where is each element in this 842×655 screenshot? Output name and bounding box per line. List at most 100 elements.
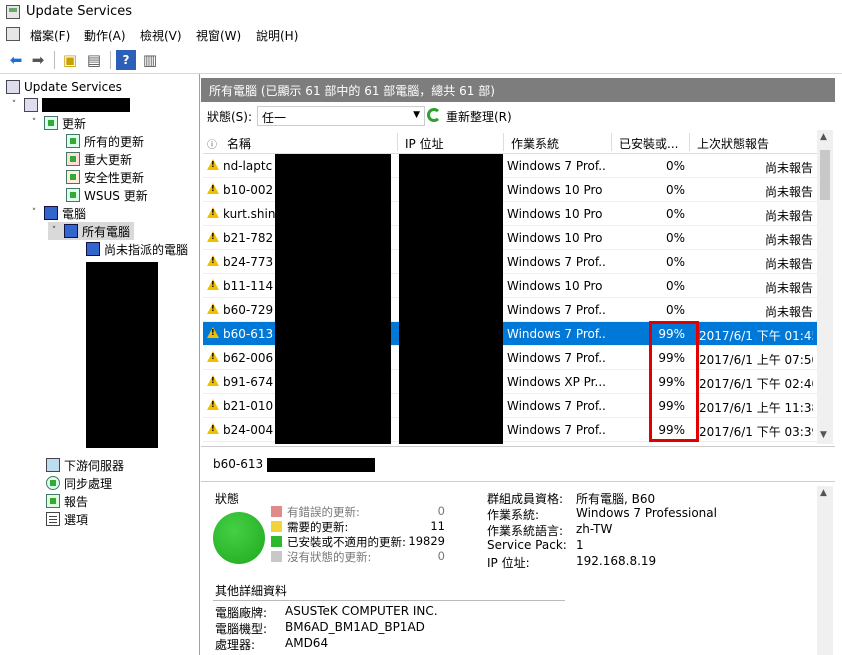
computer-info: 群組成員資格: 所有電腦, B60 作業系統: Windows 7 Professio… <box>487 490 817 580</box>
downstream-icon <box>46 458 60 472</box>
detail-value: ASUSTeK COMPUTER INC. <box>285 604 438 618</box>
scroll-thumb[interactable] <box>820 150 830 200</box>
updates-icon <box>66 188 80 202</box>
tree-sync[interactable]: 同步處理 <box>46 474 112 492</box>
tree-options[interactable]: 選項 <box>46 510 88 528</box>
cell-os: Windows 10 Pro <box>507 183 603 197</box>
up-folder-icon[interactable]: ▣ <box>60 50 80 70</box>
chevron-down-icon[interactable]: ˅ <box>28 118 40 128</box>
cell-os: Windows 7 Prof... <box>507 399 607 413</box>
col-ip[interactable]: IP 位址 <box>405 135 444 152</box>
info-value: 192.168.8.19 <box>576 554 657 568</box>
redacted-groups <box>86 262 158 448</box>
menu-file[interactable]: 檔案(F) <box>30 27 70 44</box>
info-key: Service Pack: <box>487 538 567 552</box>
warning-icon <box>207 159 219 170</box>
tree-sync-label: 同步處理 <box>64 476 113 491</box>
tree-reports[interactable]: 報告 <box>46 492 88 510</box>
legend-value: 11 <box>430 519 445 533</box>
cell-os: Windows 7 Prof... <box>507 327 607 341</box>
cell-last-report: 尚未報告 <box>764 257 813 271</box>
scroll-up-icon[interactable]: ▲ <box>820 132 827 142</box>
info-key: IP 位址: <box>487 556 530 570</box>
cell-last-report: 尚未報告 <box>764 305 813 319</box>
tree-server-node[interactable]: ˅ <box>8 96 130 114</box>
info-value: zh-TW <box>576 522 613 536</box>
detail-key: 電腦機型: <box>215 622 268 636</box>
warning-icon <box>207 351 219 362</box>
cell-last-report: 2017/6/1 上午 11:38 <box>699 401 813 415</box>
menu-window[interactable]: 視窗(W) <box>196 27 241 44</box>
tree-updates[interactable]: ˅ 更新 <box>28 114 86 132</box>
cell-last-report: 2017/6/1 下午 03:39 <box>699 425 813 439</box>
status-legend: 有錯誤的更新: 0 需要的更新: 11 已安裝或不適用的更新: 19829 沒有狀態的更新:… <box>271 504 461 574</box>
updates-icon <box>44 116 58 130</box>
refresh-icon[interactable] <box>427 108 441 122</box>
back-icon[interactable]: ⬅ <box>6 50 26 70</box>
legend-label: 已安裝或不適用的更新: <box>287 535 406 549</box>
chevron-down-icon[interactable]: ˅ <box>8 100 20 110</box>
cell-os: Windows XP Pr... <box>507 375 606 389</box>
tree-unassigned[interactable]: 尚未指派的電腦 <box>86 240 188 258</box>
menu-view[interactable]: 檢視(V) <box>140 27 182 44</box>
tree-wsus-updates[interactable]: WSUS 更新 <box>66 186 148 204</box>
cell-last-report: 尚未報告 <box>764 185 813 199</box>
tree-computers[interactable]: ˅ 電腦 <box>28 204 86 222</box>
detail-value: AMD64 <box>285 636 329 650</box>
scroll-up-icon[interactable]: ▲ <box>820 488 827 498</box>
col-installed[interactable]: 已安裝或... <box>619 135 678 152</box>
menu-bar: 檔案(F) 動作(A) 檢視(V) 視窗(W) 說明(H) <box>0 24 842 46</box>
cell-installed-pct: 0% <box>665 159 685 173</box>
details-pane: 狀態 有錯誤的更新: 0 需要的更新: 11 已安裝或不適用的更新: 19829 沒有狀態的… <box>201 482 835 655</box>
redacted-server-name <box>42 98 130 112</box>
help-icon[interactable]: ? <box>116 50 136 70</box>
chevron-down-icon[interactable]: ˅ <box>48 226 60 236</box>
tree-options-label: 選項 <box>64 512 89 527</box>
computers-icon <box>44 206 58 220</box>
grid-scrollbar[interactable]: ▲ ▼ <box>817 130 833 444</box>
cell-os: Windows 7 Prof... <box>507 423 607 437</box>
refresh-button[interactable]: 重新整理(R) <box>446 108 512 125</box>
col-last-report[interactable]: 上次狀態報告 <box>697 135 769 152</box>
warning-icon <box>207 207 219 218</box>
tree-security-updates[interactable]: 安全性更新 <box>66 168 144 186</box>
divider <box>213 600 565 601</box>
menu-help[interactable]: 說明(H) <box>256 27 298 44</box>
chevron-down-icon[interactable]: ˅ <box>28 208 40 218</box>
tree-critical-updates[interactable]: 重大更新 <box>66 150 132 168</box>
tree-updates-label: 更新 <box>62 116 87 131</box>
cell-last-report: 尚未報告 <box>764 281 813 295</box>
filter-row: 狀態(S): 任一 ▼ 重新整理(R) <box>201 102 842 128</box>
tree-all-computers[interactable]: ˅ 所有電腦 <box>48 222 135 240</box>
tree-reports-label: 報告 <box>64 494 89 509</box>
tree-all-updates-label: 所有的更新 <box>84 134 145 149</box>
cell-installed-pct: 0% <box>665 303 685 317</box>
scroll-down-icon[interactable]: ▼ <box>820 430 827 440</box>
legend-swatch <box>271 521 282 532</box>
info-value: 所有電腦, B60 <box>576 492 656 506</box>
status-ok-icon <box>213 512 265 564</box>
details-scrollbar[interactable]: ▲ <box>817 486 833 655</box>
mmc-icon[interactable] <box>6 27 20 41</box>
redacted-domain <box>267 458 375 472</box>
col-os[interactable]: 作業系統 <box>511 135 559 152</box>
action-pane-icon[interactable]: ▥ <box>140 50 160 70</box>
cell-installed-pct: 0% <box>665 255 685 269</box>
cell-os: Windows 10 Pro <box>507 231 603 245</box>
menu-action[interactable]: 動作(A) <box>84 27 126 44</box>
tree-downstream[interactable]: 下游伺服器 <box>46 456 124 474</box>
security-updates-icon <box>66 170 80 184</box>
forward-icon[interactable]: ➡ <box>28 50 48 70</box>
legend-swatch <box>271 506 282 517</box>
col-name[interactable]: 名稱 <box>227 135 251 152</box>
tree-root[interactable]: Update Services <box>6 78 122 96</box>
warning-icon <box>207 231 219 242</box>
info-value: Windows 7 Professional <box>576 506 717 520</box>
info-key: 作業系統語言: <box>487 524 564 538</box>
redacted-names <box>275 154 391 444</box>
warning-icon <box>207 183 219 194</box>
status-filter-combo[interactable]: 任一 ▼ <box>257 106 425 126</box>
show-hide-tree-icon[interactable]: ▤ <box>84 50 104 70</box>
toolbar: ⬅ ➡ ▣ ▤ ? ▥ <box>0 46 842 74</box>
tree-all-updates[interactable]: 所有的更新 <box>66 132 144 150</box>
